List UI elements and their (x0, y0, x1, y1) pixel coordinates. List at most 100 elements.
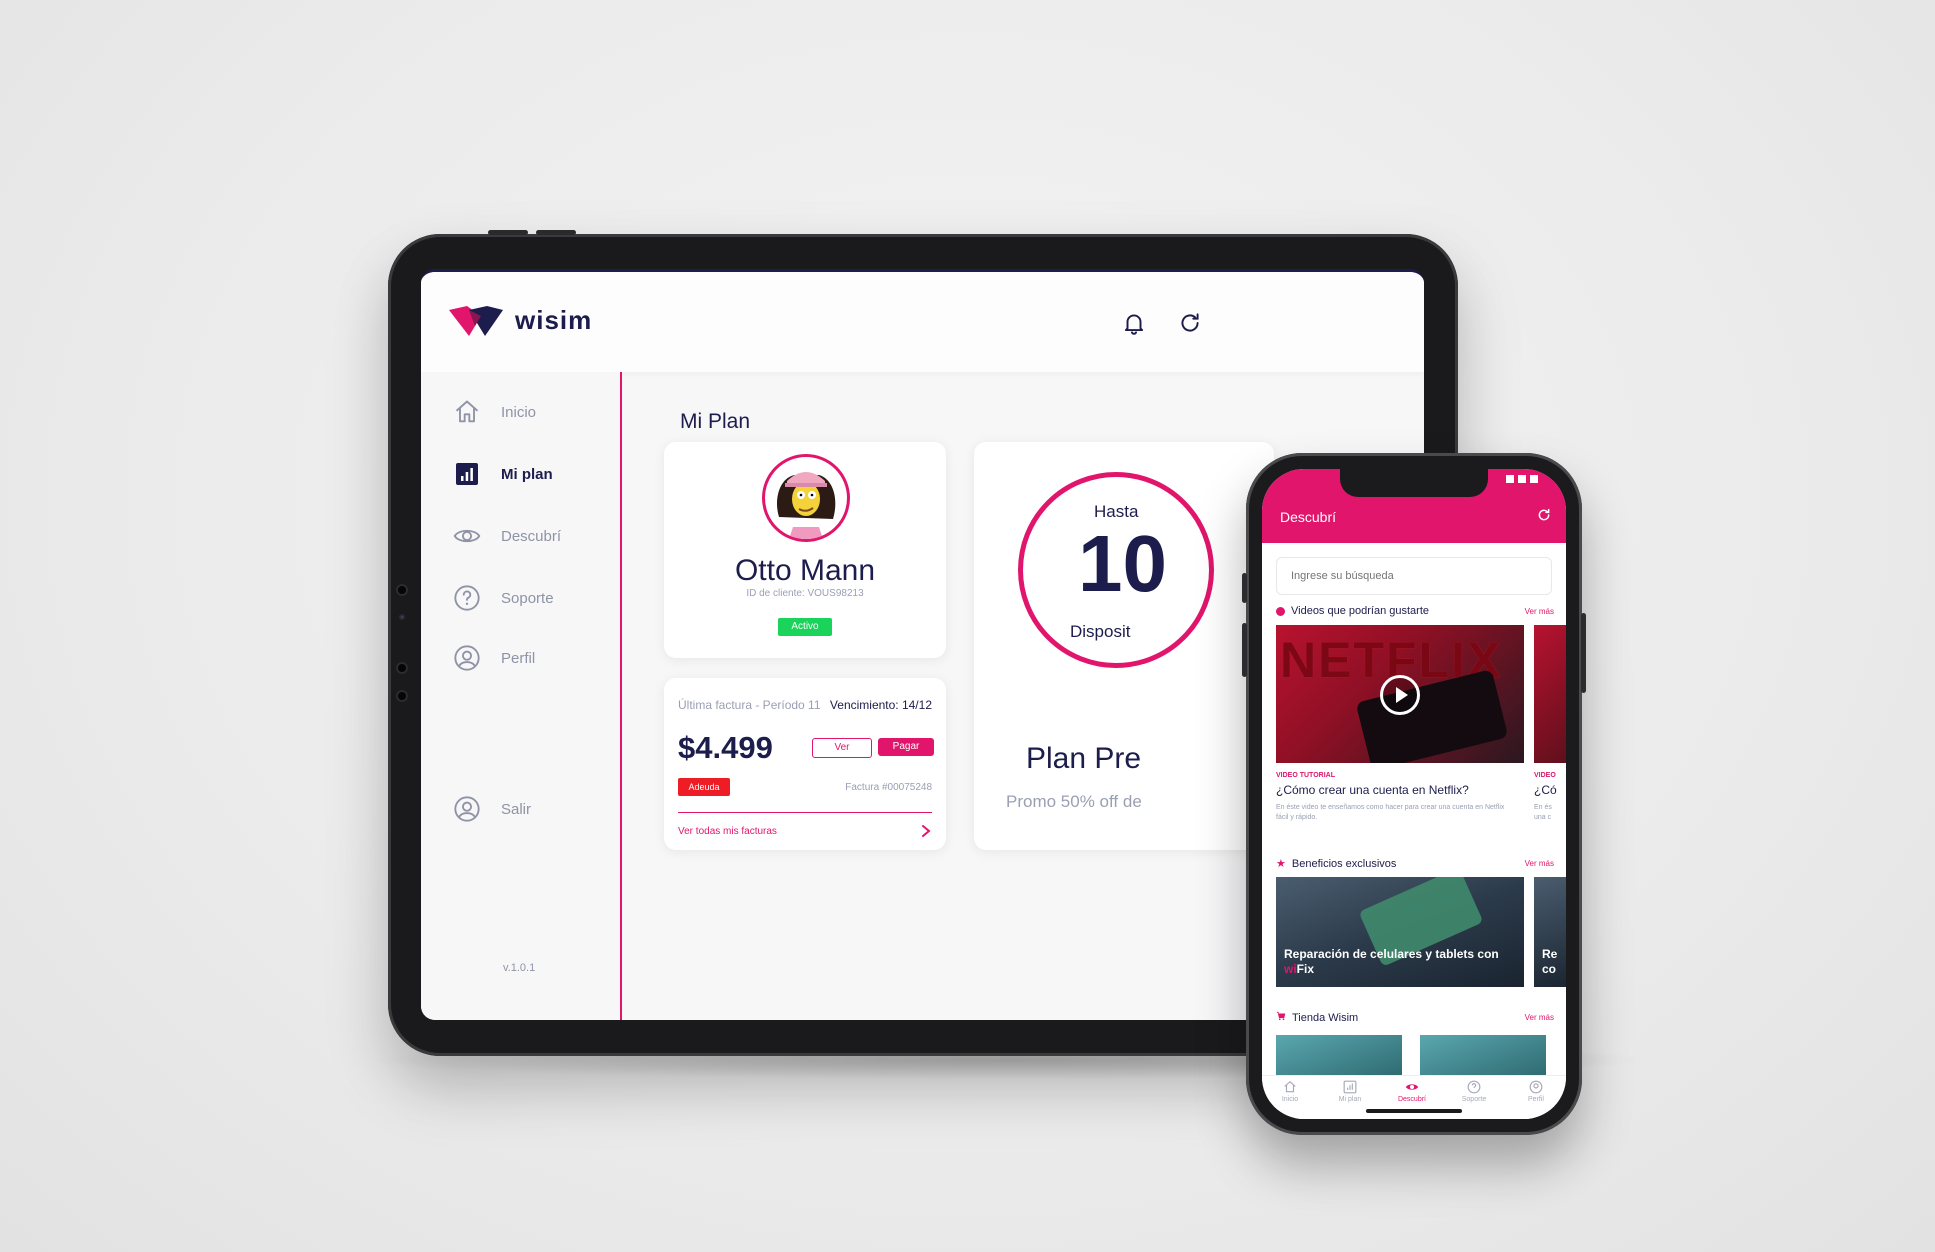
search-input[interactable] (1276, 557, 1552, 595)
section-header-shop: Tienda Wisim (1276, 1011, 1358, 1024)
invoice-card: Última factura - Período 11 Vencimiento:… (664, 678, 946, 850)
see-more-link[interactable]: Ver más (1525, 607, 1554, 616)
tablet-top-button (536, 230, 576, 235)
tablet-camera (396, 662, 408, 674)
sidebar-item-inicio[interactable]: Inicio (453, 398, 536, 426)
benefit-card[interactable]: Re co (1534, 877, 1566, 987)
nav-item-mi-plan[interactable]: Mi plan (1322, 1080, 1378, 1103)
refresh-icon[interactable] (1177, 310, 1203, 336)
nav-item-perfil[interactable]: Perfil (1508, 1080, 1564, 1103)
phone-notch (1340, 469, 1488, 497)
logout-button[interactable]: Salir (453, 795, 531, 823)
pay-invoice-button[interactable]: Pagar (878, 738, 934, 756)
avatar[interactable] (762, 454, 850, 542)
bell-icon[interactable] (1121, 310, 1147, 336)
user-name: Otto Mann (734, 554, 876, 587)
user-icon (453, 795, 481, 823)
user-icon (453, 644, 481, 672)
phone-screen: Descubrí Videos que podrían gustarte Ver… (1262, 469, 1566, 1119)
shop-item[interactable] (1276, 1035, 1402, 1077)
question-icon (453, 584, 481, 612)
video-title[interactable]: ¿Cómo crear una cuenta en Netflix? (1276, 783, 1469, 797)
invoice-amount: $4.499 (678, 730, 773, 765)
phone-side-button (1242, 573, 1247, 603)
home-icon (1283, 1080, 1297, 1094)
video-title[interactable]: ¿Có (1534, 783, 1562, 797)
home-icon (453, 398, 481, 426)
sidebar-item-perfil[interactable]: Perfil (453, 644, 535, 672)
video-description: En és una c (1534, 804, 1552, 821)
sidebar-item-descubri[interactable]: Descubrí (453, 522, 561, 550)
nav-label: Soporte (1461, 1096, 1487, 1103)
status-bar-icons (1506, 475, 1538, 483)
sidebar-item-label: Soporte (501, 589, 554, 607)
benefit-card[interactable]: Reparación de celulares y tablets con wi… (1276, 877, 1524, 987)
nav-item-soporte[interactable]: Soporte (1446, 1080, 1502, 1103)
section-header-benefits: ★ Beneficios exclusivos (1276, 857, 1397, 871)
all-invoices-link[interactable]: Ver todas mis facturas (678, 826, 777, 837)
client-id: ID de cliente: VOUS98213 (746, 588, 864, 599)
debt-status-badge: Adeuda (678, 778, 730, 796)
phone-side-button (1581, 613, 1586, 693)
see-more-link[interactable]: Ver más (1525, 859, 1554, 868)
eye-icon (1405, 1080, 1419, 1094)
phone-device: Descubrí Videos que podrían gustarte Ver… (1242, 453, 1586, 1135)
sidebar-item-label: Descubrí (501, 527, 562, 545)
benefit-title: Re co (1542, 947, 1558, 976)
home-indicator (1366, 1109, 1462, 1113)
logout-label: Salir (501, 800, 532, 818)
invoice-number: Factura #00075248 (845, 782, 932, 793)
video-tag: VIDEO (1534, 772, 1556, 779)
nav-label: Perfil (1528, 1096, 1544, 1103)
plan-promo: Promo 50% off de (1006, 792, 1142, 811)
video-thumbnail[interactable] (1534, 625, 1566, 763)
chevron-right-icon[interactable] (920, 824, 932, 838)
nav-label: Descubrí (1397, 1096, 1426, 1103)
logo-text: wisim (515, 304, 593, 335)
nav-label: Mi plan (1338, 1096, 1362, 1103)
invoice-due-date: Vencimiento: 14/12 (829, 698, 932, 712)
plan-devices-label: Disposit (1070, 622, 1131, 641)
section-title: Videos que podrían gustarte (1291, 605, 1430, 617)
tablet-camera (396, 584, 408, 596)
play-dot-icon (1276, 606, 1285, 616)
section-header-videos: Videos que podrían gustarte (1276, 605, 1429, 617)
eye-icon (453, 522, 481, 550)
cart-icon (1276, 1011, 1286, 1024)
video-thumbnail[interactable]: NETFLIX (1276, 625, 1524, 763)
divider (678, 812, 932, 813)
sidebar-item-soporte[interactable]: Soporte (453, 584, 554, 612)
nav-item-descubri[interactable]: Descubrí (1384, 1080, 1440, 1103)
app-header: wisim (421, 272, 1424, 372)
refresh-icon[interactable] (1536, 507, 1552, 523)
wisim-logo[interactable]: wisim (447, 302, 592, 338)
plan-card: Hasta 10 Disposit Plan Pre Promo 50% off… (974, 442, 1274, 850)
sidebar-item-label: Mi plan (501, 465, 553, 483)
section-title: Tienda Wisim (1292, 1011, 1359, 1024)
star-icon: ★ (1276, 858, 1286, 870)
plan-device-count: 10 (1078, 519, 1167, 608)
user-icon (1529, 1080, 1543, 1094)
benefit-title: Reparación de celulares y tablets con wi… (1284, 947, 1499, 976)
invoice-period: Última factura - Período 11 (678, 698, 821, 712)
sidebar-item-mi-plan[interactable]: Mi plan (453, 460, 553, 488)
sidebar-item-label: Perfil (501, 649, 536, 667)
see-more-link[interactable]: Ver más (1525, 1013, 1554, 1022)
status-badge: Activo (778, 618, 832, 636)
profile-card: Otto Mann ID de cliente: VOUS98213 Activ… (664, 442, 946, 658)
sidebar: Inicio Mi plan Descubrí Soporte Perfil S… (421, 372, 622, 1020)
video-description: En éste video te enseñamos como hacer pa… (1276, 804, 1505, 821)
play-icon[interactable] (1380, 675, 1420, 715)
plan-name: Plan Pre (1026, 742, 1142, 775)
sidebar-item-label: Inicio (501, 403, 537, 421)
nav-label: Inicio (1281, 1096, 1299, 1103)
tablet-top-button (488, 230, 528, 235)
tablet-camera (399, 614, 405, 620)
view-invoice-button[interactable]: Ver (812, 738, 872, 758)
nav-item-inicio[interactable]: Inicio (1262, 1080, 1318, 1103)
question-icon (1467, 1080, 1481, 1094)
section-title: Beneficios exclusivos (1291, 857, 1397, 870)
logo-mark-icon (447, 302, 505, 338)
page-title: Mi Plan (680, 410, 751, 433)
shop-item[interactable] (1420, 1035, 1546, 1077)
